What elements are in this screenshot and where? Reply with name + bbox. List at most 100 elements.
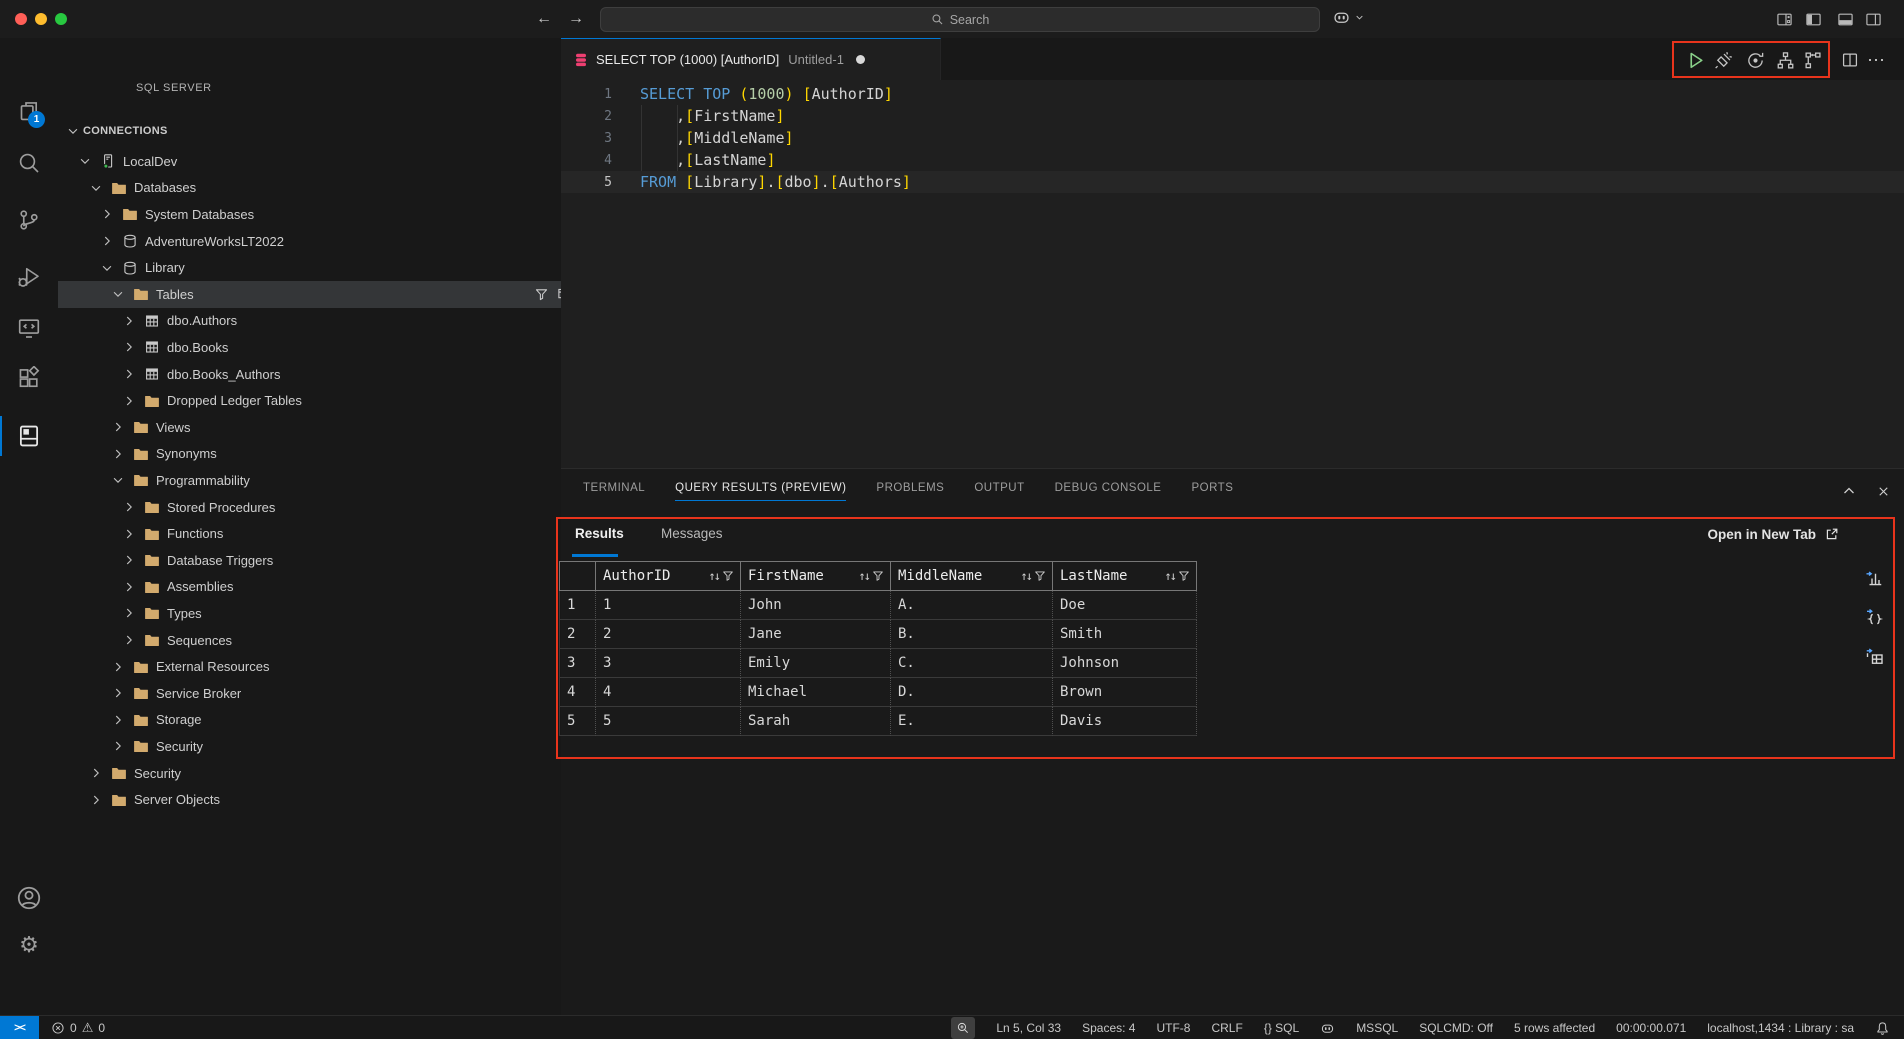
status-item-sqlcmd[interactable]: SQLCMD: Off (1419, 1021, 1493, 1035)
tree-item-adventureworkslt2022[interactable]: AdventureWorksLT2022 (58, 228, 602, 255)
row-number-cell[interactable]: 3 (559, 649, 596, 678)
estimated-plan-button[interactable] (1773, 48, 1797, 72)
status-item-encoding[interactable]: UTF-8 (1156, 1021, 1190, 1035)
tree-item-storage[interactable]: Storage (58, 707, 613, 734)
sort-icon[interactable]: ↑↓ (1165, 569, 1175, 583)
activity-bar-item-accounts[interactable] (0, 876, 58, 920)
tree-item-views[interactable]: Views (58, 414, 613, 441)
data-cell[interactable]: 4 (596, 678, 741, 707)
data-cell[interactable]: A. (891, 591, 1053, 620)
run-query-button[interactable] (1683, 48, 1707, 72)
minimize-window-button[interactable] (35, 13, 47, 25)
data-cell[interactable]: 1 (596, 591, 741, 620)
change-connection-button[interactable] (1743, 48, 1767, 72)
tree-item-sequences[interactable]: Sequences (58, 627, 624, 654)
chevron-right-icon[interactable] (110, 738, 126, 754)
chevron-right-icon[interactable] (99, 233, 115, 249)
chart-button[interactable] (1863, 566, 1887, 590)
toggle-secondary-sidebar-icon[interactable] (1864, 10, 1882, 28)
chevron-right-icon[interactable] (88, 765, 104, 781)
results-tab[interactable]: Results (575, 526, 624, 541)
remote-indicator[interactable]: >< (0, 1016, 39, 1039)
tree-item-security[interactable]: Security (58, 760, 591, 787)
data-cell[interactable]: B. (891, 620, 1053, 649)
tree-item-service-broker[interactable]: Service Broker (58, 680, 613, 707)
activity-bar-item-source-control[interactable] (0, 198, 58, 242)
tree-item-types[interactable]: Types (58, 600, 624, 627)
filter-icon[interactable] (1034, 570, 1046, 582)
messages-tab[interactable]: Messages (661, 526, 723, 541)
data-cell[interactable]: D. (891, 678, 1053, 707)
tree-item-dbo-books[interactable]: dbo.Books (58, 334, 624, 361)
status-item-zoom-indicator[interactable] (951, 1017, 975, 1039)
status-item-copilot[interactable] (1320, 1021, 1335, 1036)
column-header-middlename[interactable]: MiddleName↑↓ (891, 561, 1053, 591)
filter-icon[interactable] (872, 570, 884, 582)
status-item-cursor-position[interactable]: Ln 5, Col 33 (996, 1021, 1061, 1035)
code-line-4[interactable]: 4 ,[LastName] (561, 149, 1904, 171)
command-center-search[interactable]: Search (600, 7, 1320, 32)
tree-item-external-resources[interactable]: External Resources (58, 653, 613, 680)
filter-icon[interactable] (1178, 570, 1190, 582)
toggle-sidebar-icon[interactable] (1804, 10, 1822, 28)
status-item-notifications[interactable] (1875, 1021, 1890, 1036)
chevron-right-icon[interactable] (99, 206, 115, 222)
chevron-down-icon[interactable] (99, 260, 115, 276)
problems-status[interactable]: 0 ⚠ 0 (51, 1020, 105, 1036)
panel-tab-output[interactable]: OUTPUT (974, 478, 1024, 501)
maximize-panel-icon[interactable] (1840, 482, 1858, 500)
chevron-down-icon[interactable] (110, 286, 126, 302)
status-item-language-mode[interactable]: {} SQL (1264, 1021, 1299, 1035)
data-cell[interactable]: Johnson (1053, 649, 1197, 678)
toggle-panel-icon[interactable] (1836, 10, 1854, 28)
chevron-right-icon[interactable] (121, 313, 137, 329)
chevron-right-icon[interactable] (121, 339, 137, 355)
open-in-new-tab-button[interactable]: Open in New Tab (1707, 526, 1840, 542)
chevron-right-icon[interactable] (121, 579, 137, 595)
panel-tab-query-results-preview-[interactable]: QUERY RESULTS (PREVIEW) (675, 478, 846, 501)
status-item-mssql-flavor[interactable]: MSSQL (1356, 1021, 1398, 1035)
editor-tab-active[interactable]: SELECT TOP (1000) [AuthorID] Untitled-1 (561, 38, 941, 80)
data-cell[interactable]: 2 (596, 620, 741, 649)
chevron-right-icon[interactable] (110, 712, 126, 728)
copilot-menu-button[interactable] (1332, 8, 1364, 27)
tree-item-programmability[interactable]: Programmability (58, 467, 613, 494)
column-header-lastname[interactable]: LastName↑↓ (1053, 561, 1197, 591)
navigate-forward-button[interactable]: → (568, 8, 584, 30)
chevron-right-icon[interactable] (110, 685, 126, 701)
data-cell[interactable]: Michael (741, 678, 891, 707)
row-number-cell[interactable]: 2 (559, 620, 596, 649)
tree-item-stored-procedures[interactable]: Stored Procedures (58, 494, 624, 521)
row-number-cell[interactable]: 4 (559, 678, 596, 707)
tree-item-synonyms[interactable]: Synonyms (58, 441, 613, 468)
disconnect-button[interactable] (1711, 48, 1735, 72)
activity-bar-item-extensions[interactable] (0, 356, 58, 400)
panel-tab-ports[interactable]: PORTS (1191, 478, 1233, 501)
status-item-query-time[interactable]: 00:00:00.071 (1616, 1021, 1686, 1035)
tree-item-library[interactable]: Library (58, 254, 602, 281)
navigate-back-button[interactable]: ← (536, 8, 552, 30)
chevron-right-icon[interactable] (121, 499, 137, 515)
tree-item-security[interactable]: Security (58, 733, 613, 760)
activity-bar-item-sql-server[interactable] (0, 414, 58, 458)
close-window-button[interactable] (15, 13, 27, 25)
activity-bar-item-settings[interactable]: ⚙ (0, 923, 58, 967)
chevron-down-icon[interactable] (77, 153, 93, 169)
chevron-right-icon[interactable] (121, 366, 137, 382)
status-item-eol[interactable]: CRLF (1211, 1021, 1242, 1035)
save-as-excel-button[interactable] (1863, 645, 1887, 669)
code-line-5[interactable]: 5FROM [Library].[dbo].[Authors] (561, 171, 1904, 193)
data-cell[interactable]: 3 (596, 649, 741, 678)
split-editor-button[interactable] (1838, 48, 1862, 72)
tree-item-database-triggers[interactable]: Database Triggers (58, 547, 624, 574)
chevron-down-icon[interactable] (88, 180, 104, 196)
tree-item-dbo-authors[interactable]: dbo.Authors↻ (58, 308, 624, 335)
status-item-indentation[interactable]: Spaces: 4 (1082, 1021, 1135, 1035)
filter-icon[interactable] (722, 570, 734, 582)
tree-item-system-databases[interactable]: System Databases (58, 201, 602, 228)
tree-item-assemblies[interactable]: Assemblies (58, 574, 624, 601)
data-cell[interactable]: Brown (1053, 678, 1197, 707)
code-editor[interactable]: 1SELECT TOP (1000) [AuthorID]2 ,[FirstNa… (561, 80, 1904, 468)
code-line-2[interactable]: 2 ,[FirstName] (561, 105, 1904, 127)
data-cell[interactable]: Davis (1053, 707, 1197, 736)
